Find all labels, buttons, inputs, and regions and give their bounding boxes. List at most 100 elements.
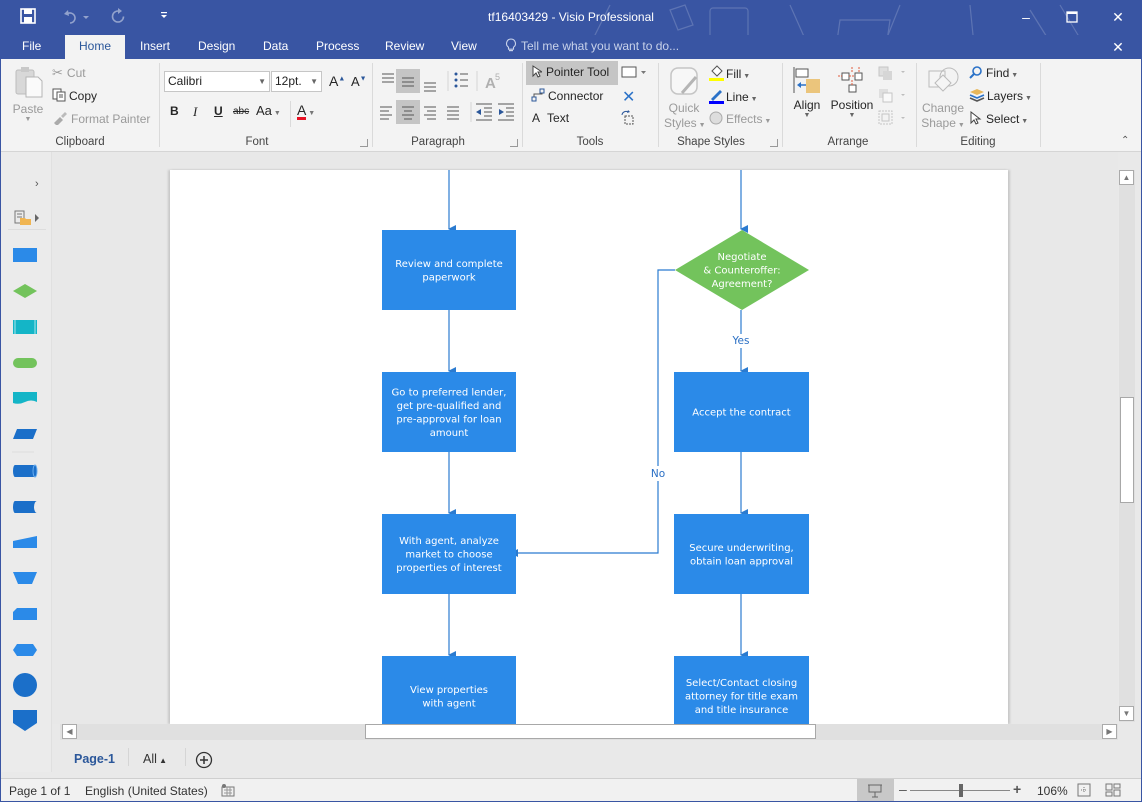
language-indicator[interactable]: English (United States) xyxy=(85,784,208,798)
flowchart-node-accept[interactable]: Accept the contract xyxy=(674,372,809,452)
connector-negotiate-no-b[interactable] xyxy=(510,481,659,557)
delete-connector-icon[interactable]: ✕ xyxy=(622,87,635,107)
send-backward-icon[interactable] xyxy=(879,89,905,103)
horizontal-scroll-thumb[interactable] xyxy=(365,724,816,739)
strikethrough-button[interactable]: abc xyxy=(233,106,249,117)
expand-shapes-button[interactable]: › xyxy=(35,178,39,190)
bring-forward-icon[interactable] xyxy=(878,66,905,80)
zoom-out-button[interactable]: – xyxy=(899,781,907,797)
fit-page-button[interactable] xyxy=(1077,783,1091,800)
process-shape-icon[interactable] xyxy=(13,248,37,262)
scroll-left-button[interactable]: ◀ xyxy=(62,724,77,739)
manual-input-shape-icon[interactable] xyxy=(13,536,37,548)
off-page-shape-icon[interactable] xyxy=(13,710,37,731)
switch-windows-button[interactable] xyxy=(1105,783,1121,800)
font-size-combo[interactable]: 12pt. ▼ xyxy=(271,71,322,92)
fill-button[interactable]: Fill ▼ xyxy=(708,65,750,81)
all-pages-button[interactable]: All ▲ xyxy=(143,752,167,766)
presentation-mode-button[interactable] xyxy=(857,779,894,802)
quick-styles-button[interactable]: Quick Styles ▼ xyxy=(664,65,706,133)
more-shapes-button[interactable] xyxy=(14,209,42,230)
horizontal-scrollbar[interactable]: ◀ ▶ xyxy=(60,724,1118,740)
decision-shape-icon[interactable] xyxy=(13,284,37,298)
find-button[interactable]: Find ▼ xyxy=(969,65,1018,80)
process-shape[interactable] xyxy=(674,514,809,594)
font-dialog-launcher-icon[interactable] xyxy=(360,139,368,147)
select-button[interactable]: Select ▼ xyxy=(970,110,1028,126)
page-tab-page-1[interactable]: Page-1 xyxy=(74,752,115,766)
align-top-button[interactable] xyxy=(382,73,394,83)
tab-home[interactable]: Home xyxy=(65,35,126,59)
shrink-font-button[interactable]: A▼ xyxy=(351,74,367,89)
align-right-icon[interactable] xyxy=(424,106,436,120)
align-middle-button-bg[interactable] xyxy=(396,69,420,93)
effects-button[interactable]: Effects ▼ xyxy=(708,111,771,126)
subprocess-shape-icon[interactable] xyxy=(13,320,37,334)
font-color-button[interactable]: A ▼ xyxy=(297,102,315,120)
grow-font-button[interactable]: A▲ xyxy=(329,73,345,89)
align-bottom-icon[interactable] xyxy=(424,82,436,92)
align-button[interactable]: Align ▼ xyxy=(790,65,824,119)
close-window-button[interactable]: ✕ xyxy=(1103,6,1133,28)
font-name-combo[interactable]: Calibri ▼ xyxy=(164,71,270,92)
zoom-level[interactable]: 106% xyxy=(1037,784,1068,798)
connector-button[interactable]: Connector xyxy=(531,88,603,103)
increase-indent-icon[interactable] xyxy=(498,103,514,121)
decrease-indent-icon[interactable] xyxy=(476,103,492,121)
data-shape-icon[interactable] xyxy=(13,429,37,439)
bold-button[interactable]: B xyxy=(170,104,179,118)
justify-icon[interactable] xyxy=(447,106,459,120)
connector-shape-icon[interactable] xyxy=(13,673,37,697)
add-page-button[interactable] xyxy=(195,751,213,772)
align-center-button-bg[interactable] xyxy=(396,100,420,124)
collapse-ribbon-button[interactable]: ⌃ xyxy=(1121,135,1129,146)
change-case-button[interactable]: Aa ▼ xyxy=(256,103,281,118)
bullets-icon[interactable] xyxy=(454,72,469,88)
connector-negotiate-no-a[interactable] xyxy=(657,269,675,466)
tell-me-box[interactable]: Tell me what you want to do... xyxy=(505,35,679,59)
zoom-slider-thumb[interactable] xyxy=(959,784,963,797)
zoom-in-button[interactable]: + xyxy=(1013,781,1021,797)
connection-point-button[interactable] xyxy=(620,110,636,129)
flowchart-node-negotiate[interactable]: Negotiate & Counteroffer: Agreement? xyxy=(675,230,809,310)
line-button[interactable]: Line ▼ xyxy=(708,88,758,104)
layers-button[interactable]: Layers ▼ xyxy=(969,88,1032,103)
position-button[interactable]: Position ▼ xyxy=(829,65,875,119)
manual-operation-shape-icon[interactable] xyxy=(13,572,37,584)
group-icon[interactable] xyxy=(878,110,905,125)
document-shape-icon[interactable] xyxy=(13,392,37,404)
text-tool-button[interactable]: A Text xyxy=(532,111,569,125)
maximize-button[interactable] xyxy=(1057,6,1087,28)
flowchart-node-attorney[interactable]: Select/Contact closing attorney for title… xyxy=(674,656,809,724)
flowchart-node-underwrite[interactable]: Secure underwriting, obtain loan approval xyxy=(674,514,809,594)
close-document-button[interactable]: ✕ xyxy=(1103,36,1133,58)
shape-styles-launcher-icon[interactable] xyxy=(770,139,778,147)
paragraph-dialog-launcher-icon[interactable] xyxy=(510,139,518,147)
drawing-page[interactable]: Review and complete paperwork Go to prefer… xyxy=(170,170,1008,724)
tab-design[interactable]: Design xyxy=(184,35,249,59)
italic-button[interactable]: I xyxy=(193,104,197,120)
preparation-shape-icon[interactable] xyxy=(13,644,37,656)
vertical-scroll-thumb[interactable] xyxy=(1120,397,1134,503)
direct-data-shape-icon[interactable] xyxy=(13,464,38,478)
tab-process[interactable]: Process xyxy=(302,35,373,59)
tab-review[interactable]: Review xyxy=(371,35,438,59)
tab-view[interactable]: View xyxy=(437,35,491,59)
copy-button[interactable]: Copy xyxy=(52,88,97,103)
tab-data[interactable]: Data xyxy=(249,35,302,59)
scroll-right-button[interactable]: ▶ xyxy=(1102,724,1117,739)
tab-insert[interactable]: Insert xyxy=(126,35,184,59)
card-shape-icon[interactable] xyxy=(13,608,37,620)
flowchart-node-analyze[interactable]: With agent, analyze market to choose prope… xyxy=(382,514,516,594)
tab-file[interactable]: File xyxy=(8,35,55,59)
change-shape-button[interactable]: Change Shape ▼ xyxy=(920,65,966,133)
flowchart-node-lender[interactable]: Go to preferred lender, get pre-qualified… xyxy=(382,372,516,452)
align-left-icon[interactable] xyxy=(380,106,392,120)
cut-button[interactable]: ✂ Cut xyxy=(52,65,86,81)
stored-data-shape-icon[interactable] xyxy=(13,501,37,513)
flowchart-node-view[interactable]: View properties with agent xyxy=(382,656,516,724)
minimize-button[interactable]: – xyxy=(1011,6,1041,28)
macro-recorder-button[interactable] xyxy=(221,783,235,800)
process-shape[interactable] xyxy=(382,372,516,452)
scroll-down-button[interactable]: ▼ xyxy=(1119,706,1134,721)
